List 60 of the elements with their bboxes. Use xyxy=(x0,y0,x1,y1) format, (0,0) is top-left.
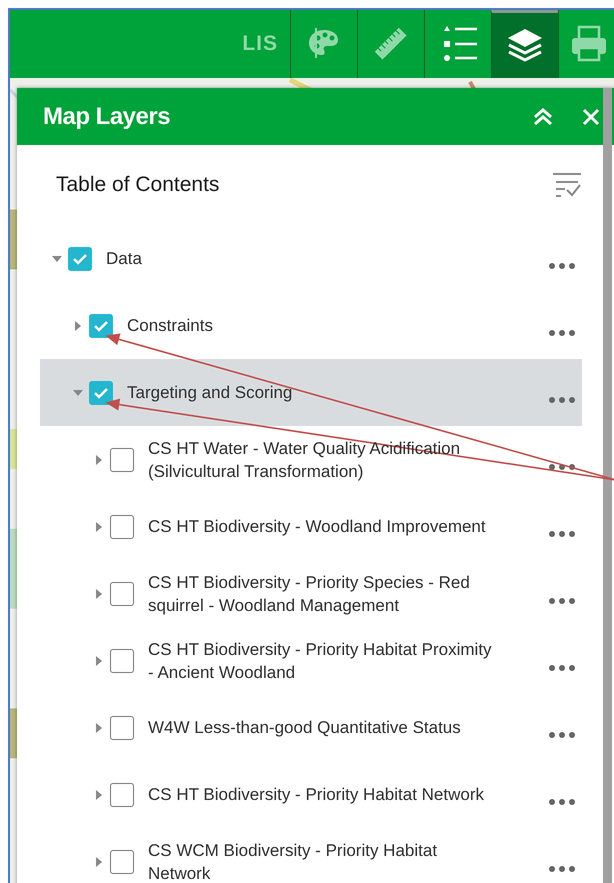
scrollbar[interactable] xyxy=(603,88,612,883)
layer-row[interactable]: CS HT Biodiversity - Priority Species - Red squirrel - Woodland Management xyxy=(40,560,582,627)
layer-checkbox[interactable] xyxy=(89,314,113,338)
layer-row[interactable]: CS HT Biodiversity - Priority Habitat Network xyxy=(40,761,582,828)
caret-icon[interactable] xyxy=(94,454,104,464)
caret-icon[interactable] xyxy=(94,522,104,532)
caret-icon[interactable] xyxy=(73,320,83,330)
more-options-button[interactable] xyxy=(548,798,576,806)
panel-title: Map Layers xyxy=(43,102,172,132)
more-options-button[interactable] xyxy=(548,462,576,470)
toolbar-button[interactable] xyxy=(491,10,558,78)
layer-checkbox[interactable] xyxy=(110,582,134,606)
layer-name: CS HT Biodiversity - Priority Habitat Proximity - Ancient Woodland xyxy=(148,638,493,684)
more-options-button[interactable] xyxy=(548,596,576,604)
layer-row[interactable]: CS HT Biodiversity - Priority Habitat Proximity - Ancient Woodland xyxy=(40,627,582,694)
printer-icon xyxy=(569,24,609,64)
more-options-button[interactable] xyxy=(548,730,576,738)
caret-icon[interactable] xyxy=(94,790,104,800)
more-options-button[interactable] xyxy=(548,328,576,336)
more-options-button[interactable] xyxy=(548,530,576,538)
layer-row[interactable]: Data xyxy=(40,225,582,292)
checkmark-icon xyxy=(72,252,88,264)
layer-checkbox[interactable] xyxy=(110,782,134,806)
close-button[interactable] xyxy=(582,108,600,126)
layer-checkbox[interactable] xyxy=(110,514,134,538)
layer-checkbox[interactable] xyxy=(89,380,113,404)
layer-row[interactable]: Targeting and Scoring xyxy=(40,359,582,426)
section-title: Table of Contents xyxy=(56,172,220,198)
more-options-button[interactable] xyxy=(548,664,576,672)
layer-name: CS HT Biodiversity - Priority Habitat Network xyxy=(148,784,485,806)
toolbar-label: LIS xyxy=(242,31,279,58)
layer-name: CS HT Biodiversity - Priority Species - Red squirrel - Woodland Management xyxy=(148,572,471,616)
caret-icon[interactable] xyxy=(94,588,104,598)
caret-icon[interactable] xyxy=(52,254,62,264)
layer-checkbox[interactable] xyxy=(68,246,92,270)
layer-row[interactable]: CS WCM Biodiversity - Priority Habitat Network xyxy=(40,828,582,883)
layer-checkbox[interactable] xyxy=(110,448,134,472)
layer-name: CS WCM Biodiversity - Priority Habitat Network xyxy=(148,840,438,883)
filter-icon[interactable] xyxy=(552,172,582,198)
layer-checkbox[interactable] xyxy=(110,648,134,672)
layer-name: CS HT Biodiversity - Woodland Improvement xyxy=(148,516,487,538)
layer-row[interactable]: CS HT Biodiversity - Woodland Improvement xyxy=(40,493,582,560)
layer-name: Data xyxy=(106,248,143,270)
more-options-button[interactable] xyxy=(548,262,576,270)
layer-name: W4W Less-than-good Quantitative Status xyxy=(148,717,462,739)
caret-icon[interactable] xyxy=(94,722,104,732)
caret-icon[interactable] xyxy=(73,388,83,398)
layer-checkbox[interactable] xyxy=(110,716,134,740)
layer-name: Targeting and Scoring xyxy=(127,382,294,404)
layer-name: Constraints xyxy=(127,315,214,337)
more-options-button[interactable] xyxy=(548,396,576,404)
checkmark-icon xyxy=(93,386,109,398)
collapse-button[interactable] xyxy=(532,108,554,126)
caret-icon[interactable] xyxy=(94,656,104,666)
caret-icon[interactable] xyxy=(94,856,104,866)
layer-checkbox[interactable] xyxy=(110,850,134,874)
layer-row[interactable]: W4W Less-than-good Quantitative Status xyxy=(40,694,582,761)
more-options-button[interactable] xyxy=(548,864,576,872)
checkmark-icon xyxy=(93,320,109,332)
layer-row[interactable]: Constraints xyxy=(40,292,582,359)
